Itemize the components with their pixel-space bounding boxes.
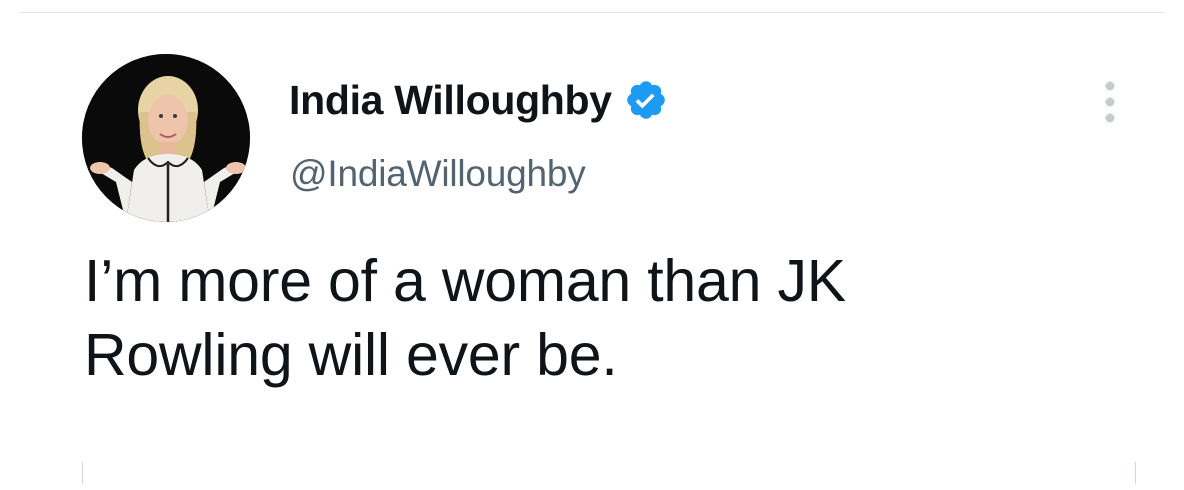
card-border-right bbox=[1135, 462, 1136, 484]
more-options-button[interactable] bbox=[1096, 78, 1124, 126]
embedded-card-edge bbox=[82, 462, 1136, 484]
avatar[interactable] bbox=[82, 54, 250, 222]
author-name-row: India Willoughby bbox=[289, 74, 668, 126]
tweet-text: I’m more of a woman than JK Rowling will… bbox=[84, 244, 1144, 392]
tweet-card[interactable]: India Willoughby @IndiaWilloughby I’m mo… bbox=[0, 0, 1184, 490]
card-border-left bbox=[82, 462, 83, 484]
verified-badge-icon bbox=[624, 78, 668, 122]
tweet-text-line: Rowling will ever be. bbox=[84, 322, 618, 388]
author-handle[interactable]: @IndiaWilloughby bbox=[290, 153, 586, 195]
more-options-icon bbox=[1105, 81, 1115, 123]
avatar-image bbox=[82, 54, 250, 222]
author-display-name[interactable]: India Willoughby bbox=[289, 77, 612, 124]
tweet-text-line: I’m more of a woman than JK bbox=[84, 248, 846, 314]
